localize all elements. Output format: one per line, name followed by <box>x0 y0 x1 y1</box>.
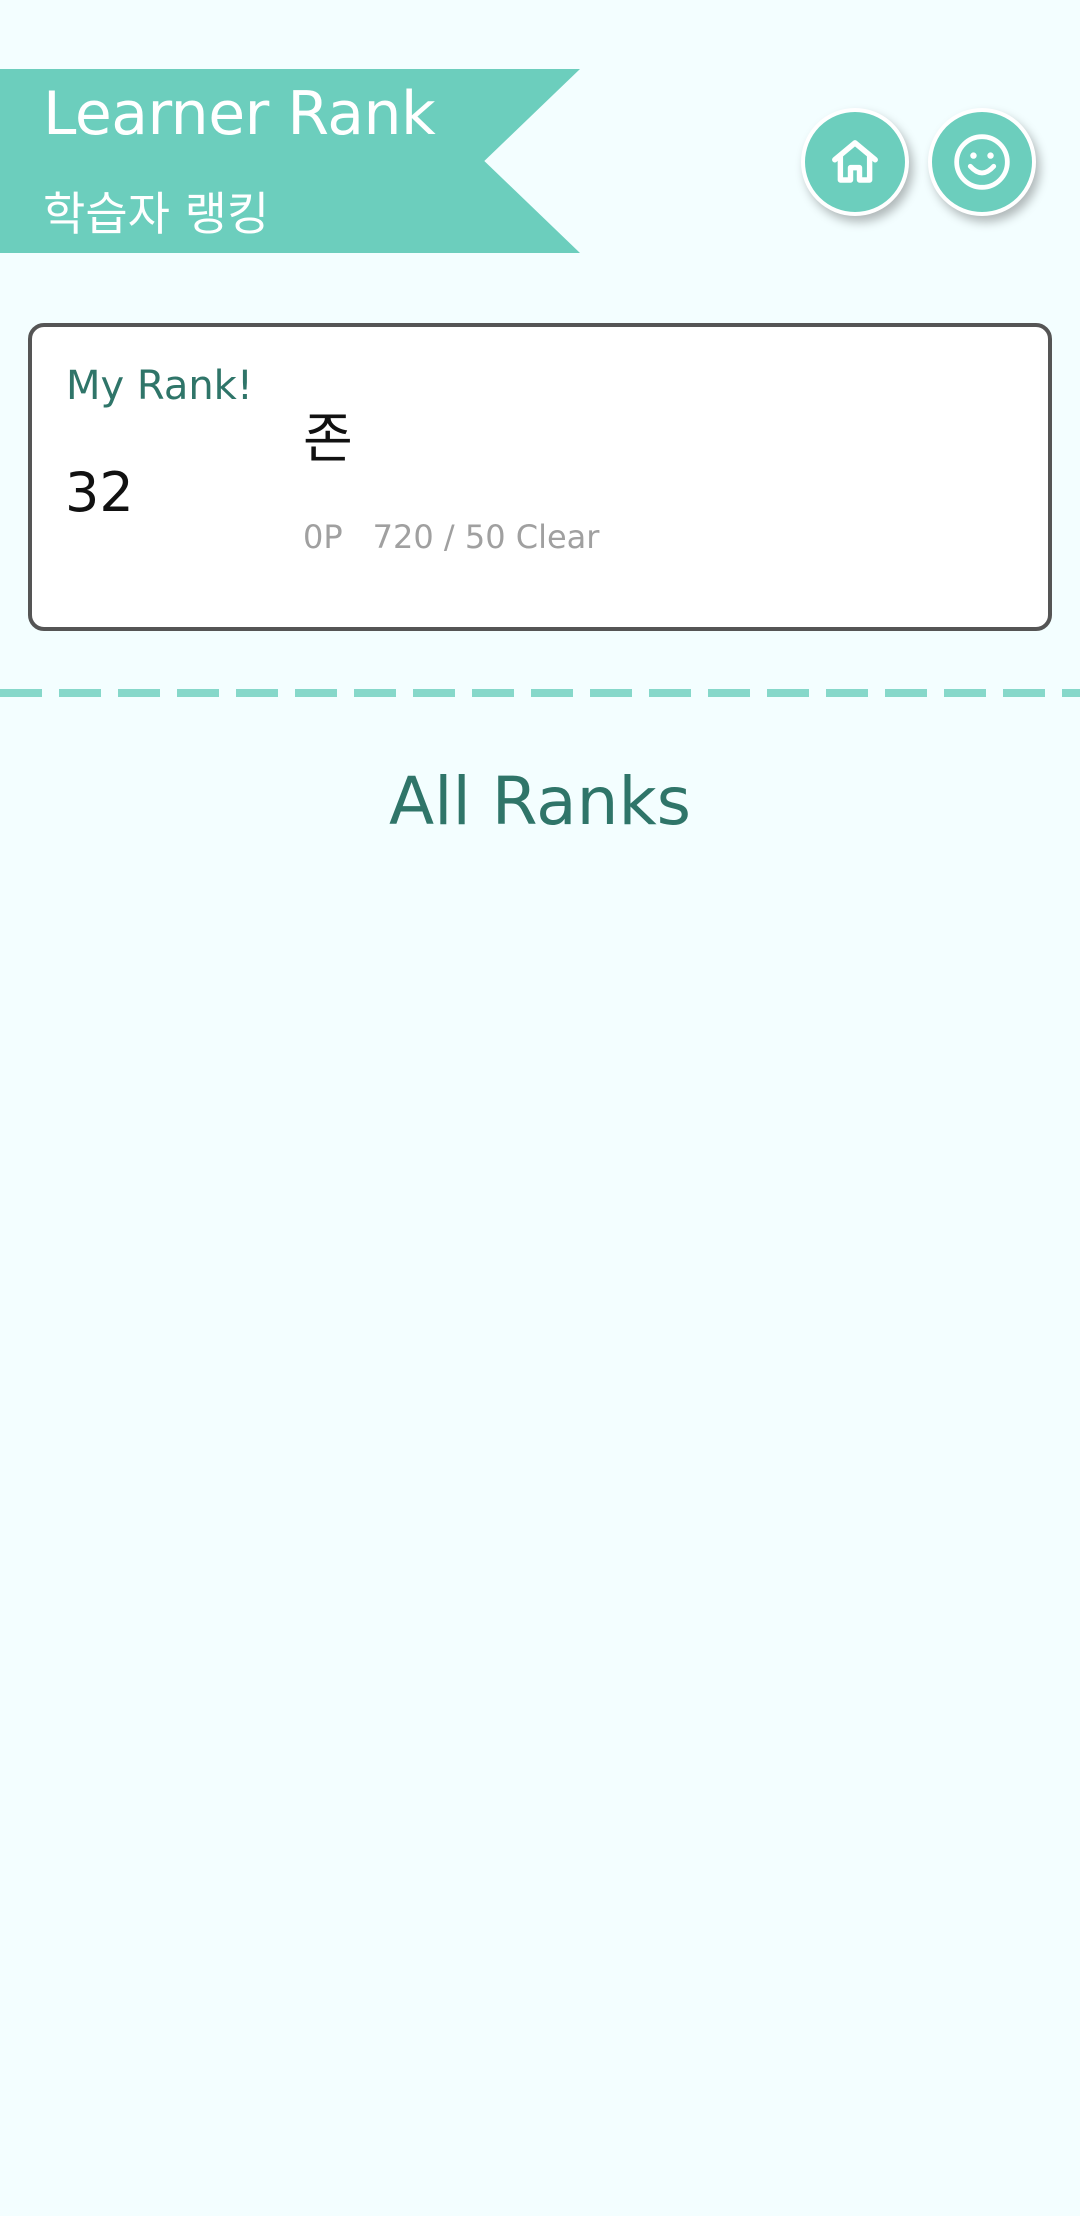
page-title: Learner Rank <box>43 79 436 149</box>
my-rank-name: 존 <box>303 407 353 470</box>
smiley-face-icon <box>954 134 1010 190</box>
profile-button[interactable] <box>928 108 1036 216</box>
my-rank-points: 0P <box>303 518 343 556</box>
my-rank-number: 32 <box>65 461 134 524</box>
my-rank-card: My Rank! 32 존 0P 720 / 50 Clear <box>28 323 1052 631</box>
home-icon <box>832 140 878 183</box>
my-rank-stats: 0P 720 / 50 Clear <box>303 517 599 557</box>
home-button[interactable] <box>801 108 909 216</box>
dashed-divider <box>0 689 1080 697</box>
my-rank-progress: 720 / 50 Clear <box>372 518 600 556</box>
rank-list <box>0 880 1080 2216</box>
page-subtitle: 학습자 랭킹 <box>43 187 270 241</box>
my-rank-label: My Rank! <box>66 363 253 409</box>
all-ranks-title: All Ranks <box>388 763 692 840</box>
